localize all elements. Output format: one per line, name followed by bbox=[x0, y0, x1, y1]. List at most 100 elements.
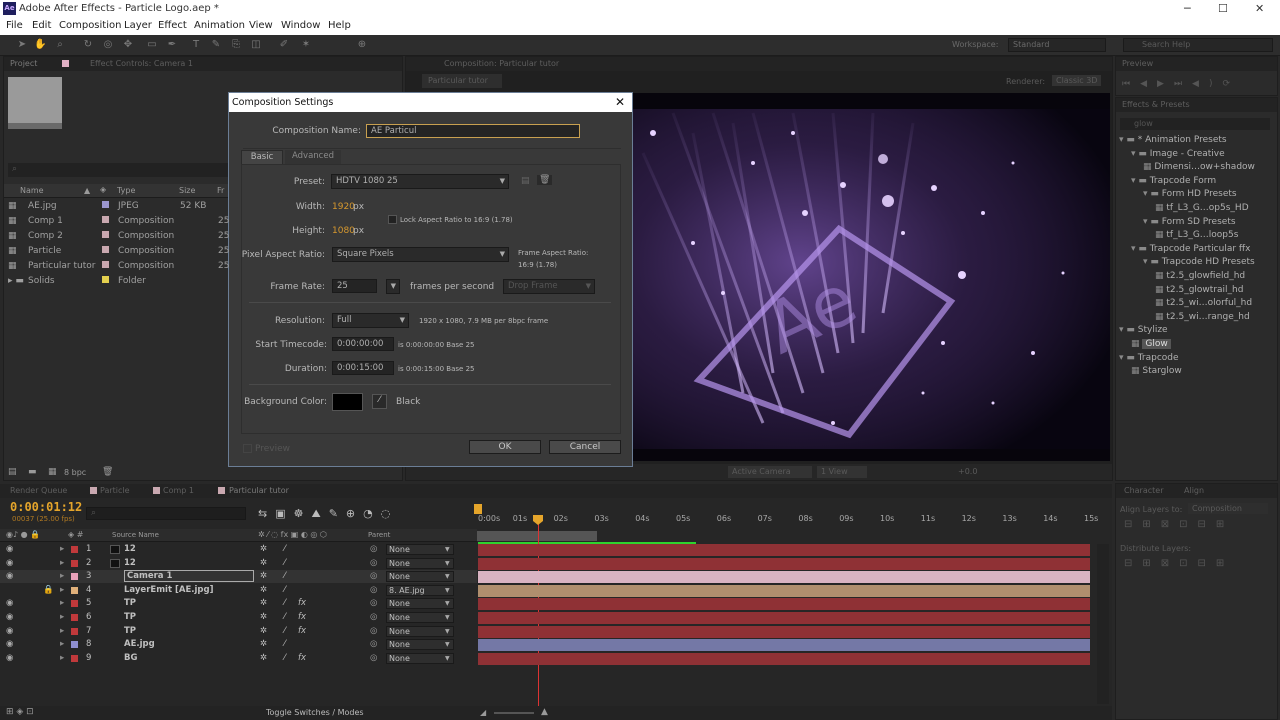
tab-advanced[interactable]: Advanced bbox=[285, 150, 341, 164]
effects-search-input[interactable]: glow bbox=[1120, 118, 1270, 130]
comp-subtab[interactable]: Particular tutor bbox=[422, 74, 502, 88]
quality-switch-icon[interactable]: ⁄ bbox=[284, 626, 285, 636]
parent-select[interactable]: None bbox=[386, 598, 454, 610]
quality-switch-icon[interactable]: ⁄ bbox=[284, 558, 285, 568]
lock-aspect-checkbox[interactable] bbox=[388, 215, 397, 224]
project-item[interactable]: ▸ ▬ Solids Folder bbox=[8, 274, 230, 289]
layer-duration-bar[interactable] bbox=[478, 612, 1090, 624]
tab-composition[interactable]: Composition: Particular tutor bbox=[444, 59, 559, 68]
layer-row[interactable]: ◉ ▸ 9 BG ✲ ⁄ fx ◎ None ▼ bbox=[0, 652, 477, 665]
effects-tree-item[interactable]: ▾ ▬ Trapcode bbox=[1119, 353, 1179, 363]
layer-name[interactable]: TP bbox=[124, 626, 136, 636]
layer-label-color-icon[interactable] bbox=[71, 559, 78, 567]
expand-arrow-icon[interactable]: ▸ bbox=[60, 585, 64, 595]
cancel-button[interactable]: Cancel bbox=[549, 440, 621, 454]
menu-view[interactable]: View bbox=[249, 20, 273, 31]
zoom-tool-icon[interactable]: ⌕ bbox=[54, 39, 66, 51]
visibility-eye-icon[interactable]: ◉ bbox=[6, 612, 13, 622]
expand-arrow-icon[interactable]: ▸ bbox=[60, 639, 64, 649]
visibility-eye-icon[interactable]: ◉ bbox=[6, 626, 13, 636]
col-size[interactable]: Size bbox=[179, 186, 195, 195]
zoom-in-icon[interactable]: ▲ bbox=[541, 707, 548, 717]
expand-arrow-icon[interactable]: ▸ bbox=[60, 571, 64, 581]
parent-select[interactable]: None bbox=[386, 652, 454, 664]
fx-switch-icon[interactable]: fx bbox=[298, 612, 306, 622]
pickwhip-icon[interactable]: ◎ bbox=[370, 571, 377, 581]
effects-tree-item[interactable]: ▾ ▬ Stylize bbox=[1119, 325, 1168, 335]
camera-tool-icon[interactable]: ◎ bbox=[102, 39, 114, 51]
layer-name[interactable]: LayerEmit [AE.jpg] bbox=[124, 585, 213, 595]
maximize-button[interactable]: ☐ bbox=[1218, 2, 1228, 15]
fps-input[interactable]: 25 bbox=[332, 279, 377, 293]
effects-tree-item[interactable]: ▦ Glow bbox=[1131, 339, 1171, 349]
shy-switch-icon[interactable]: ✲ bbox=[260, 626, 267, 636]
zoom-out-icon[interactable]: ◢ bbox=[480, 708, 486, 717]
pickwhip-icon[interactable]: ◎ bbox=[370, 612, 377, 622]
effects-tree-item[interactable]: ▾ ▬ Trapcode HD Presets bbox=[1143, 257, 1255, 267]
fx-switch-icon[interactable]: fx bbox=[298, 626, 306, 636]
align-to-select[interactable]: Composition bbox=[1188, 503, 1268, 514]
expand-arrow-icon[interactable]: ▸ bbox=[60, 626, 64, 636]
lock-icon[interactable]: 🔒 bbox=[43, 585, 54, 595]
visibility-eye-icon[interactable]: ◉ bbox=[6, 653, 13, 663]
layer-row[interactable]: ◉ ▸ 7 TP ✲ ⁄ fx ◎ None ▼ bbox=[0, 625, 477, 638]
parent-select[interactable]: None bbox=[386, 612, 454, 623]
rotate-tool-icon[interactable]: ↻ bbox=[82, 39, 94, 51]
layer-row[interactable]: ◉ ▸ 1 12 ✲ ⁄ ◎ None ▼ bbox=[0, 543, 477, 556]
brush-tool-icon[interactable]: ✎ bbox=[210, 39, 222, 51]
bg-color-swatch[interactable] bbox=[332, 393, 363, 411]
layer-label-color-icon[interactable] bbox=[71, 600, 78, 608]
tab-particle[interactable]: Particle bbox=[100, 486, 130, 495]
effects-tree-item[interactable]: ▦ tf_L3_G…op5s_HD bbox=[1155, 203, 1249, 213]
shy-switch-icon[interactable]: ✲ bbox=[260, 612, 267, 622]
parent-select[interactable]: None bbox=[386, 625, 454, 637]
layer-row[interactable]: ◉ ▸ 8 AE.jpg ✲ ⁄ ◎ None ▼ bbox=[0, 638, 477, 651]
workspace-select[interactable]: Standard bbox=[1008, 38, 1106, 52]
parent-col[interactable]: Parent bbox=[368, 531, 390, 539]
quality-switch-icon[interactable]: ⁄ bbox=[284, 571, 285, 581]
parent-select[interactable]: None bbox=[386, 544, 454, 555]
fps-dropdown[interactable]: ▼ bbox=[386, 279, 400, 294]
timeline-switches[interactable]: ⇆▣☸⛰✎⊕◔◌ bbox=[258, 507, 398, 521]
parent-select[interactable]: None bbox=[386, 557, 454, 569]
effects-tree-item[interactable]: ▦ Starglow bbox=[1131, 366, 1182, 376]
pickwhip-icon[interactable]: ◎ bbox=[370, 639, 377, 649]
pickwhip-icon[interactable]: ◎ bbox=[370, 544, 377, 554]
fx-switch-icon[interactable]: fx bbox=[298, 653, 306, 663]
renderer-value[interactable]: Classic 3D bbox=[1052, 75, 1102, 86]
visibility-eye-icon[interactable]: ◉ bbox=[6, 639, 13, 649]
menu-animation[interactable]: Animation bbox=[194, 20, 245, 31]
visibility-eye-icon[interactable]: ◉ bbox=[6, 571, 13, 581]
quality-switch-icon[interactable]: ⁄ bbox=[284, 612, 285, 622]
pickwhip-icon[interactable]: ◎ bbox=[370, 626, 377, 636]
layer-row[interactable]: ◉ ▸ 2 12 ✲ ⁄ ◎ None ▼ bbox=[0, 557, 477, 570]
preview-checkbox[interactable] bbox=[243, 444, 252, 453]
minimize-button[interactable]: ─ bbox=[1184, 2, 1191, 15]
layer-duration-bar[interactable] bbox=[478, 639, 1090, 652]
layer-duration-bar[interactable] bbox=[478, 625, 1090, 638]
height-value[interactable]: 1080 bbox=[332, 226, 355, 236]
zoom-slider[interactable] bbox=[494, 712, 534, 714]
hand-tool-icon[interactable]: ✋ bbox=[34, 39, 46, 51]
view-layout-select[interactable]: 1 View bbox=[817, 466, 867, 478]
roto-brush-tool-icon[interactable]: ✐ bbox=[278, 39, 290, 51]
start-tc-input[interactable]: 0:00:00:00 bbox=[332, 337, 394, 351]
project-item[interactable]: ▦ Comp 2 Composition 25 bbox=[8, 229, 230, 244]
parent-select[interactable]: None bbox=[386, 571, 454, 583]
rectangle-tool-icon[interactable]: ▭ bbox=[146, 39, 158, 51]
tab-align[interactable]: Align bbox=[1184, 486, 1204, 495]
delete-icon[interactable]: 🗑 bbox=[102, 467, 113, 477]
shy-switch-icon[interactable]: ✲ bbox=[260, 558, 267, 568]
save-preset-icon[interactable]: ▤ bbox=[521, 176, 530, 186]
comp-flowchart-icon[interactable]: ⊞ ◈ ⊡ bbox=[6, 707, 34, 717]
layer-name[interactable]: 12 bbox=[124, 544, 136, 554]
distribute-buttons[interactable]: ⊟⊞⊠⊡⊟⊞ bbox=[1124, 558, 1234, 569]
duration-input[interactable]: 0:00:15:00 bbox=[332, 361, 394, 375]
bpc-label[interactable]: 8 bpc bbox=[64, 468, 86, 477]
shy-switch-icon[interactable]: ✲ bbox=[260, 598, 267, 608]
layer-name[interactable]: AE.jpg bbox=[124, 639, 155, 649]
work-area-bar[interactable] bbox=[477, 531, 597, 541]
selection-tool-icon[interactable]: ➤ bbox=[16, 39, 28, 51]
layer-row[interactable]: 🔒 ▸ 4 LayerEmit [AE.jpg] ✲ ⁄ ◎ 8. AE.jpg ▼ bbox=[0, 584, 477, 597]
shy-switch-icon[interactable]: ✲ bbox=[260, 585, 267, 595]
